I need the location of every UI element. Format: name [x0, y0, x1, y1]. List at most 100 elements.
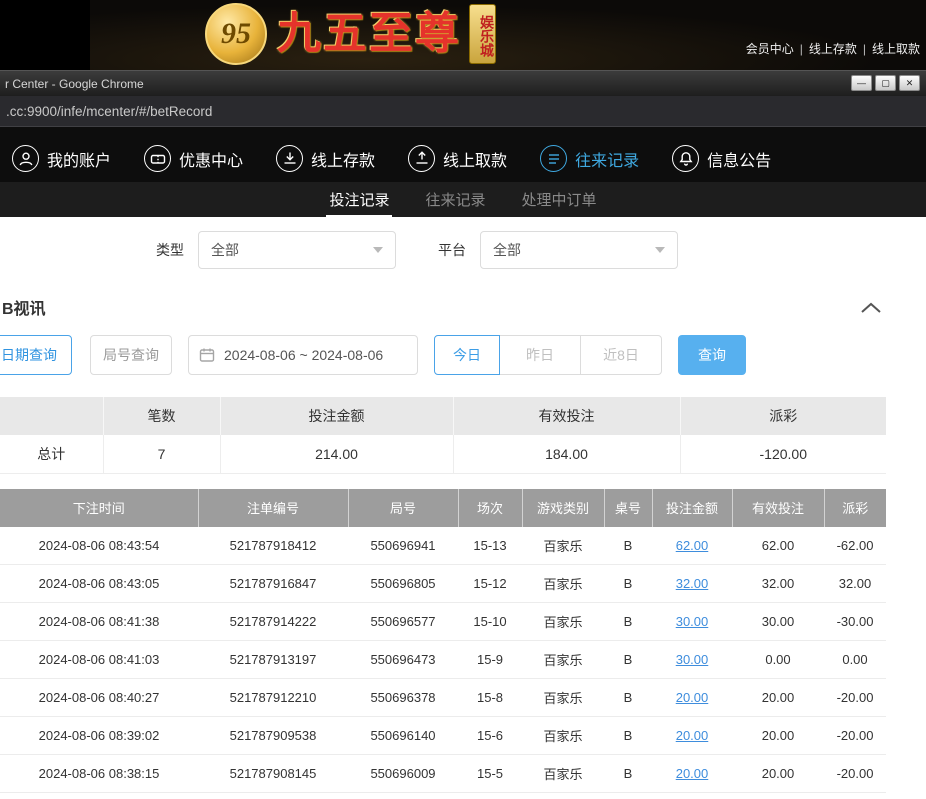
bet-valid-amount: 30.00	[732, 603, 824, 641]
col-header-valid-bet: 有效投注	[732, 489, 824, 527]
banner-link-deposit[interactable]: 线上存款	[809, 42, 857, 56]
member-nav: 我的账户 优惠中心 线上存款 线上取款 往来记录	[0, 127, 926, 182]
banner-link-member[interactable]: 会员中心	[746, 42, 794, 56]
nav-label: 信息公告	[707, 147, 771, 171]
filter-row: 类型 全部 平台 全部	[156, 231, 926, 269]
summary-bet-amount: 214.00	[220, 435, 453, 473]
nav-item-deposit[interactable]: 线上存款	[276, 145, 375, 172]
chevron-up-icon[interactable]	[860, 301, 882, 314]
col-header-order-id: 注单编号	[198, 489, 348, 527]
bet-payout: 32.00	[824, 565, 886, 603]
bet-game-type: 百家乐	[522, 565, 604, 603]
bet-valid-amount: 32.00	[732, 565, 824, 603]
bet-game-type: 百家乐	[522, 717, 604, 755]
bet-game-type: 百家乐	[522, 641, 604, 679]
bet-table-no: B	[604, 717, 652, 755]
bet-time: 2024-08-06 08:41:38	[0, 603, 198, 641]
bet-table-no: B	[604, 755, 652, 793]
nav-item-withdraw[interactable]: 线上取款	[408, 145, 507, 172]
bet-order-id: 521787916847	[198, 565, 348, 603]
bet-valid-amount: 62.00	[732, 527, 824, 565]
content: 类型 全部 平台 全部 B视讯 日期查询 局号查询 2024-08-06 ~ 2…	[0, 217, 926, 799]
round-query-button[interactable]: 局号查询	[90, 335, 172, 375]
yesterday-button[interactable]: 昨日	[499, 335, 581, 375]
address-bar[interactable]: .cc:9900/infe/mcenter/#/betRecord	[0, 96, 926, 127]
bet-table-no: B	[604, 603, 652, 641]
bet-valid-amount: 20.00	[732, 755, 824, 793]
close-icon[interactable]: ✕	[899, 75, 920, 91]
today-button[interactable]: 今日	[434, 335, 500, 375]
nav-item-my-account[interactable]: 我的账户	[12, 145, 111, 172]
bet-time: 2024-08-06 08:41:03	[0, 641, 198, 679]
bet-time: 2024-08-06 08:38:15	[0, 755, 198, 793]
bet-payout: -20.00	[824, 755, 886, 793]
bet-amount-link[interactable]: 30.00	[676, 652, 709, 667]
bet-game-type: 百家乐	[522, 679, 604, 717]
maximize-icon[interactable]: ▢	[875, 75, 896, 91]
nav-label: 往来记录	[575, 147, 639, 171]
quick-date-segment: 今日 昨日 近8日	[434, 335, 662, 375]
table-row: 2024-08-06 08:41:38 521787914222 5506965…	[0, 603, 886, 641]
bet-table-body: 2024-08-06 08:43:54 521787918412 5506969…	[0, 527, 886, 793]
bet-amount-link[interactable]: 20.00	[676, 728, 709, 743]
bet-table-no: B	[604, 679, 652, 717]
banner-link-withdraw[interactable]: 线上取款	[872, 42, 920, 56]
tab-transaction-record[interactable]: 往来记录	[422, 182, 488, 217]
summary-total-label: 总计	[0, 435, 103, 473]
bet-session: 15-13	[458, 527, 522, 565]
nav-item-promotions[interactable]: 优惠中心	[144, 145, 243, 172]
last-8-days-button[interactable]: 近8日	[580, 335, 662, 375]
bet-table-no: B	[604, 527, 652, 565]
banner-link-separator: |	[863, 42, 866, 56]
bet-round-id: 550696805	[348, 565, 458, 603]
record-tabs: 投注记录 往来记录 处理中订单	[0, 182, 926, 217]
promo-icon	[144, 145, 171, 172]
chevron-down-icon	[373, 247, 383, 253]
date-range-picker[interactable]: 2024-08-06 ~ 2024-08-06	[188, 335, 418, 375]
bet-session: 15-6	[458, 717, 522, 755]
type-filter-value: 全部	[211, 240, 239, 260]
date-query-button[interactable]: 日期查询	[0, 335, 72, 375]
window-controls: — ▢ ✕	[851, 75, 920, 91]
summary-total-row: 总计 7 214.00 184.00 -120.00	[0, 435, 886, 473]
bet-amount-link[interactable]: 32.00	[676, 576, 709, 591]
logo-title: 九五至尊	[277, 12, 461, 56]
nav-label: 线上取款	[443, 147, 507, 171]
bet-amount-link[interactable]: 20.00	[676, 766, 709, 781]
platform-filter-label: 平台	[438, 240, 466, 260]
platform-filter-select[interactable]: 全部	[480, 231, 678, 269]
bet-order-id: 521787914222	[198, 603, 348, 641]
minimize-icon[interactable]: —	[851, 75, 872, 91]
bet-payout: -30.00	[824, 603, 886, 641]
summary-table: 笔数 投注金额 有效投注 派彩 总计 7 214.00 184.00 -120.…	[0, 397, 886, 474]
bet-table-header-row: 下注时间 注单编号 局号 场次 游戏类别 桌号 投注金额 有效投注 派彩	[0, 489, 886, 527]
table-row: 2024-08-06 08:39:02 521787909538 5506961…	[0, 717, 886, 755]
banner-left-strip	[0, 0, 90, 70]
col-header-round-id: 局号	[348, 489, 458, 527]
bet-game-type: 百家乐	[522, 603, 604, 641]
bet-round-id: 550696378	[348, 679, 458, 717]
search-button[interactable]: 查询	[678, 335, 746, 375]
window-titlebar[interactable]: r Center - Google Chrome — ▢ ✕	[0, 70, 926, 96]
bet-session: 15-12	[458, 565, 522, 603]
screen: 95 九五至尊 娱乐城 会员中心|线上存款|线上取款 r Center - Go…	[0, 0, 926, 799]
tab-bet-record[interactable]: 投注记录	[326, 182, 392, 217]
nav-item-announcements[interactable]: 信息公告	[672, 145, 771, 172]
notice-bell-icon	[672, 145, 699, 172]
bet-amount-link[interactable]: 20.00	[676, 690, 709, 705]
table-row: 2024-08-06 08:43:05 521787916847 5506968…	[0, 565, 886, 603]
summary-valid-bet: 184.00	[453, 435, 680, 473]
bet-time: 2024-08-06 08:43:54	[0, 527, 198, 565]
bet-amount-link[interactable]: 30.00	[676, 614, 709, 629]
nav-label: 线上存款	[311, 147, 375, 171]
nav-item-records[interactable]: 往来记录	[540, 145, 639, 172]
logo-coin-icon: 95	[205, 3, 267, 65]
bet-amount-link[interactable]: 62.00	[676, 538, 709, 553]
tab-processing-orders[interactable]: 处理中订单	[519, 182, 600, 217]
bet-order-id: 521787908145	[198, 755, 348, 793]
table-row: 2024-08-06 08:41:03 521787913197 5506964…	[0, 641, 886, 679]
summary-header	[0, 397, 103, 435]
type-filter-select[interactable]: 全部	[198, 231, 396, 269]
banner-link-separator: |	[800, 42, 803, 56]
bet-valid-amount: 0.00	[732, 641, 824, 679]
